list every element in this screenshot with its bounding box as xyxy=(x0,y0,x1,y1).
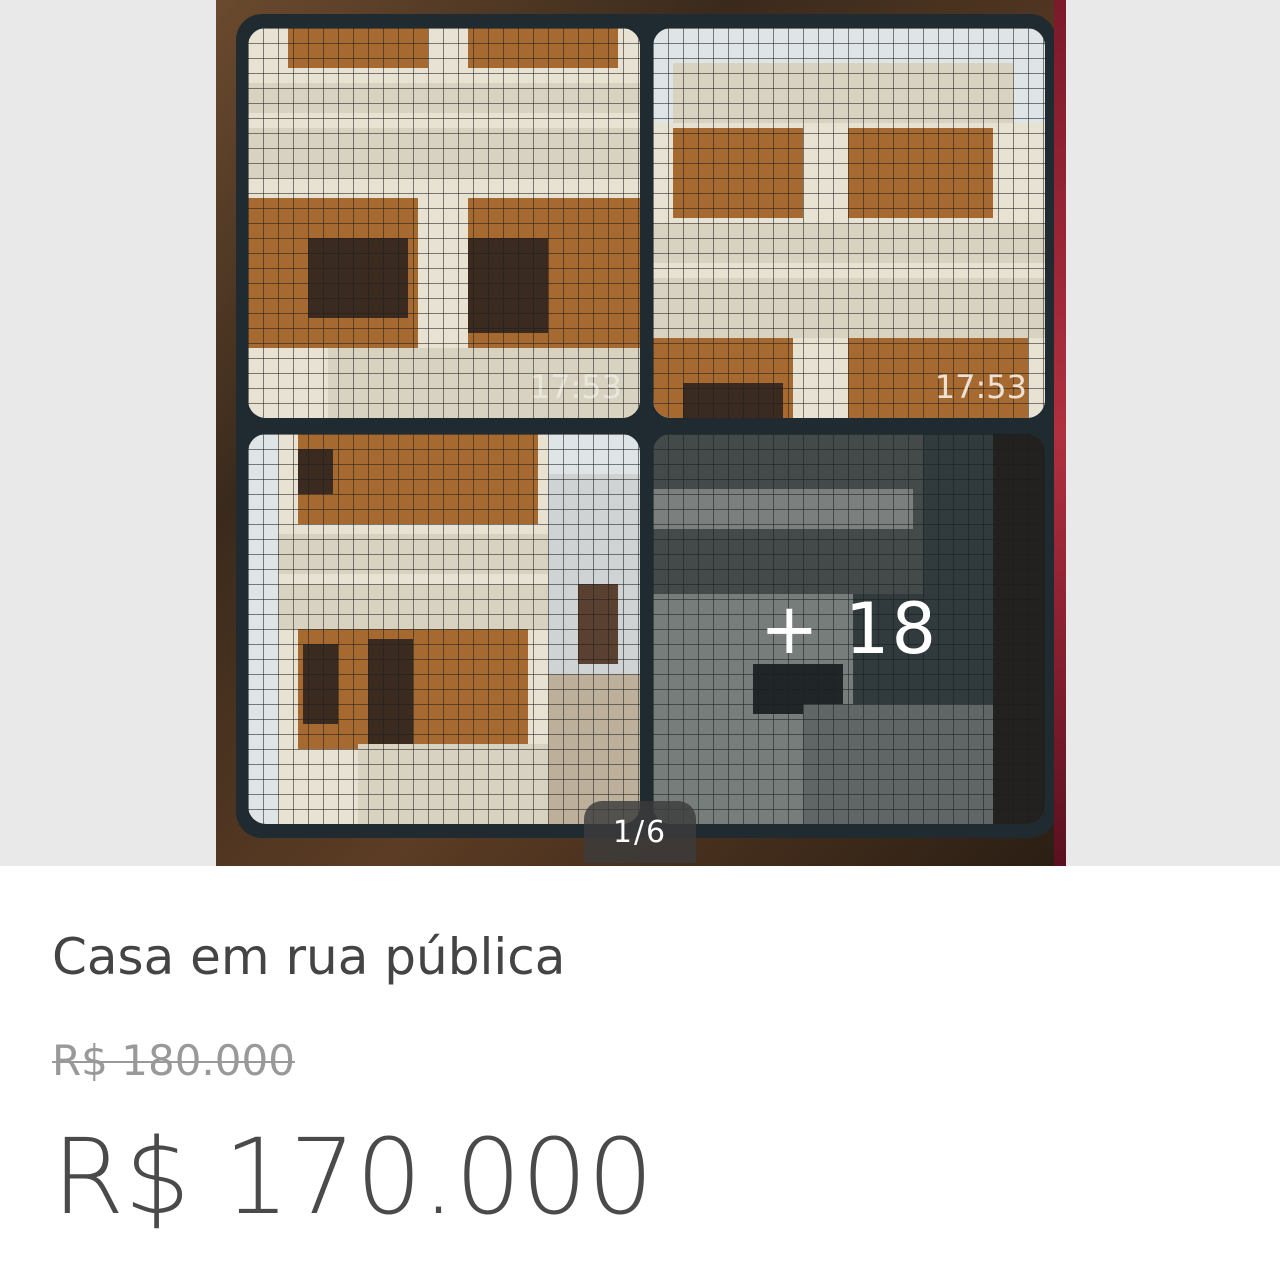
collage-tile-1: 17:53 xyxy=(248,28,640,418)
collage-tile-more[interactable]: + 18 xyxy=(653,434,1045,824)
photo-gallery[interactable]: 17:53 17:53 + 18 1/6 xyxy=(0,0,1280,866)
photo-collage: 17:53 17:53 + 18 xyxy=(236,14,1056,838)
photo-counter: 1/6 xyxy=(584,801,696,863)
current-price: R$ 170.000 xyxy=(52,1116,654,1238)
listing-photo[interactable]: 17:53 17:53 + 18 xyxy=(216,0,1066,866)
photo-timestamp: 17:53 xyxy=(934,368,1027,406)
collage-tile-3 xyxy=(248,434,640,824)
collage-tile-2: 17:53 xyxy=(653,28,1045,418)
old-price: R$ 180.000 xyxy=(52,1036,295,1085)
listing-title: Casa em rua pública xyxy=(52,928,566,986)
photo-timestamp: 17:53 xyxy=(529,368,622,406)
more-photos-count: + 18 xyxy=(760,588,938,670)
